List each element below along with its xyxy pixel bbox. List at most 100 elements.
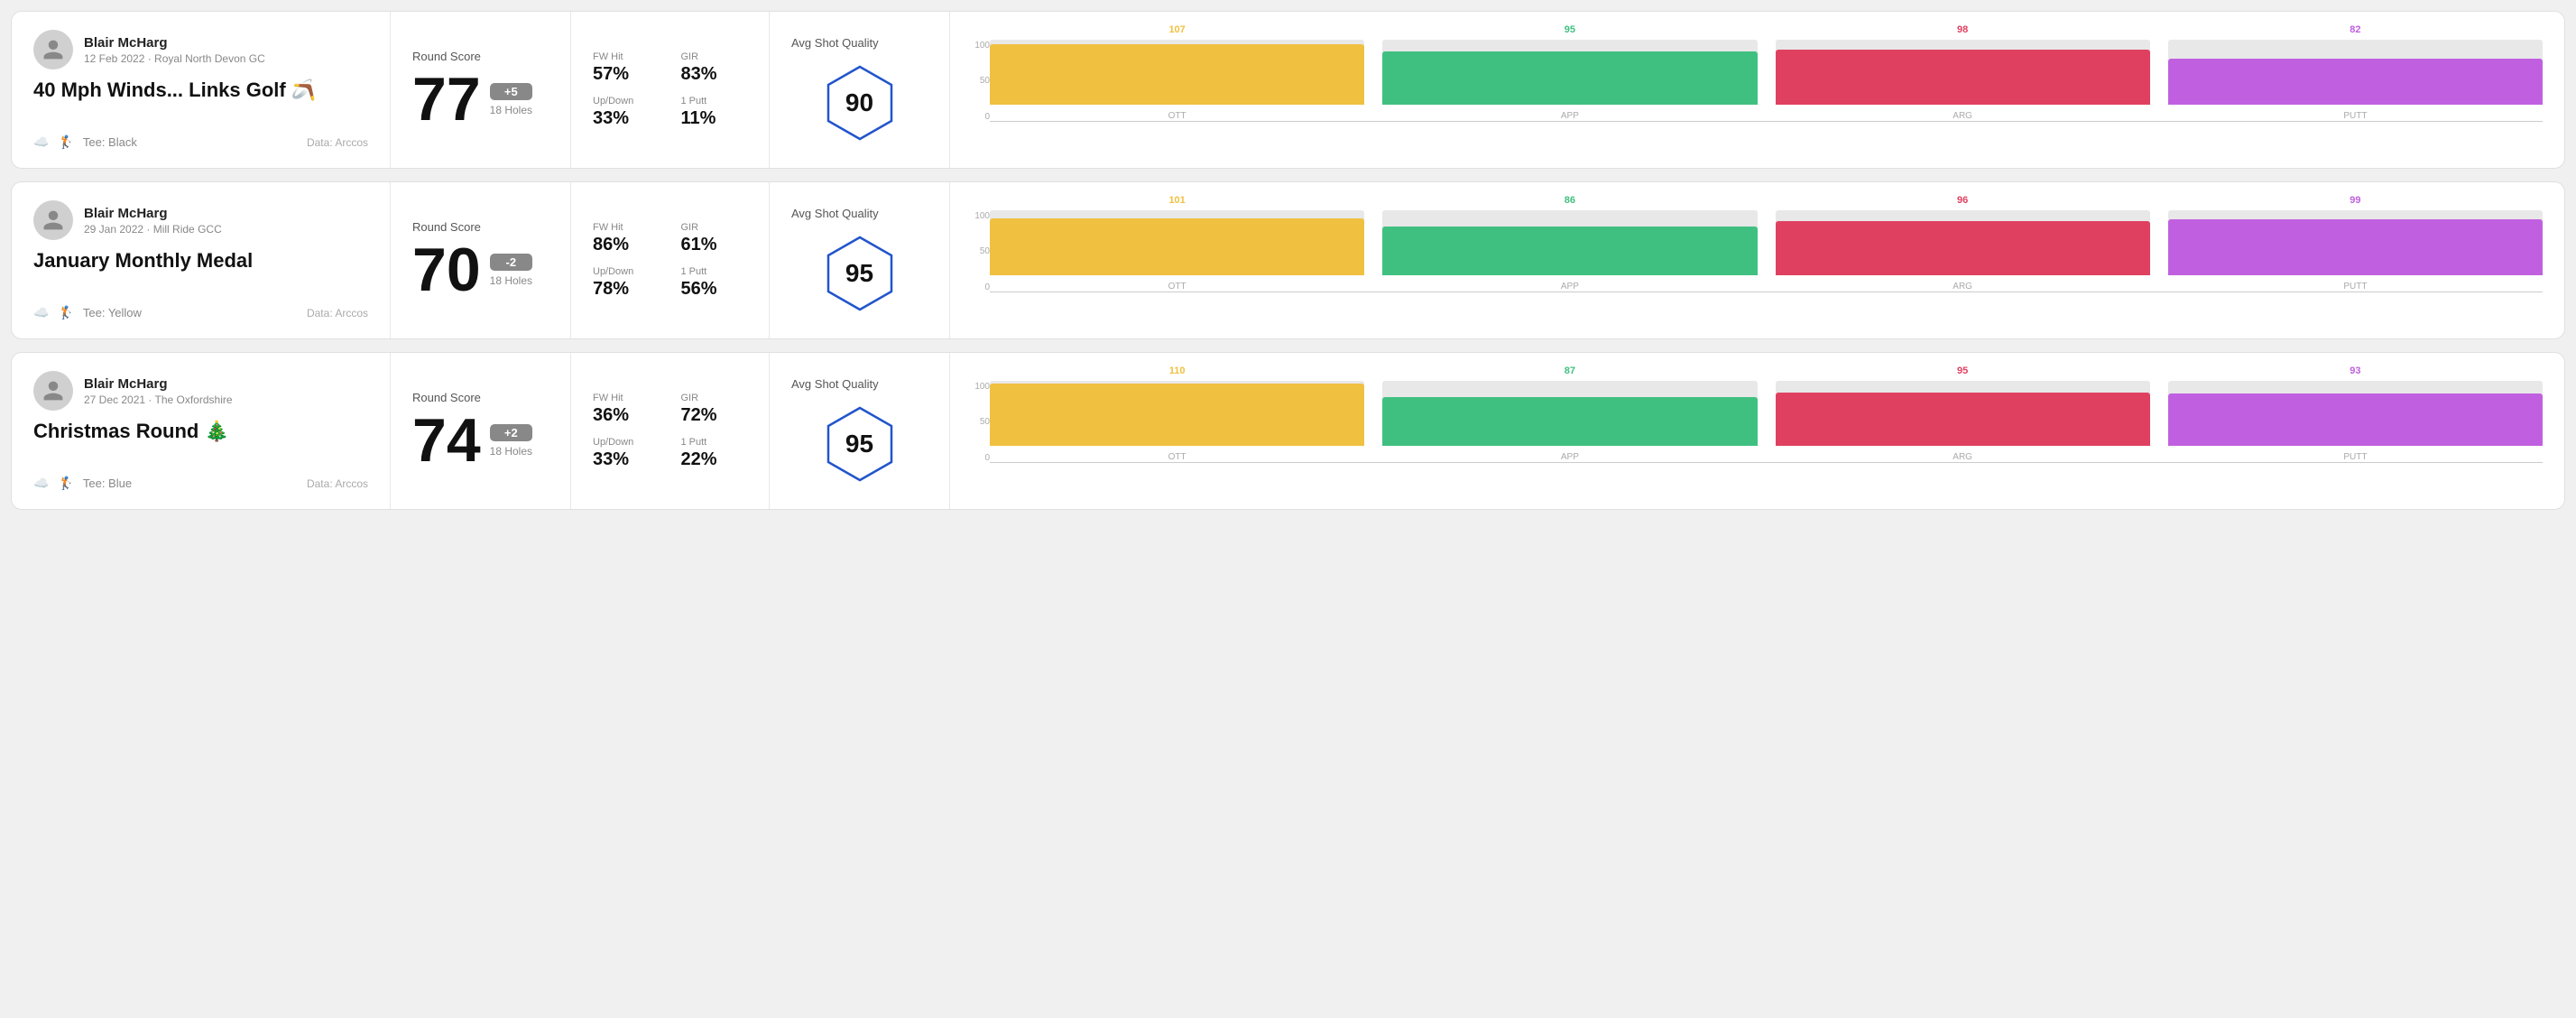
bar-fill-ott — [990, 218, 1364, 275]
bar-label-arg: ARG — [1953, 111, 1972, 121]
player-text-round3: Blair McHarg 27 Dec 2021 · The Oxfordshi… — [84, 376, 233, 406]
footer-left-round1: ☁️ 🏌️ Tee: Black — [33, 134, 137, 150]
stat-oneputt-value-round1: 11% — [681, 108, 748, 129]
y-label-100-round2: 100 — [972, 211, 990, 221]
hex-score-round2: 95 — [845, 259, 873, 288]
chart-column-putt: 82 PUTT — [2168, 24, 2543, 121]
person-icon — [42, 379, 65, 403]
bar-value-app: 95 — [1565, 24, 1575, 35]
round-title-round1: 40 Mph Winds... Links Golf 🪃 — [33, 79, 368, 102]
bar-label-app: APP — [1561, 282, 1579, 292]
stat-gir-value-round1: 83% — [681, 64, 748, 85]
stat-oneputt-value-round2: 56% — [681, 279, 748, 300]
stat-gir-label-round1: GIR — [681, 51, 748, 62]
player-name-round2: Blair McHarg — [84, 206, 222, 221]
chart-column-arg: 96 ARG — [1776, 195, 2150, 292]
bar-fill-app — [1382, 227, 1757, 275]
hex-container-round2: 95 — [791, 233, 928, 314]
card-left-round3: Blair McHarg 27 Dec 2021 · The Oxfordshi… — [12, 353, 391, 509]
stat-updown-round2: Up/Down 78% — [593, 266, 660, 300]
card-footer-round3: ☁️ 🏌️ Tee: Blue Data: Arccos — [33, 476, 368, 491]
stats-grid-round2: FW Hit 86% GIR 61% Up/Down 78% 1 Putt 56… — [593, 222, 747, 300]
bar-value-ott: 107 — [1168, 24, 1185, 35]
chart-column-app: 86 APP — [1382, 195, 1757, 292]
round-card-round2: Blair McHarg 29 Jan 2022 · Mill Ride GCC… — [11, 181, 2565, 339]
bar-fill-putt — [2168, 219, 2543, 275]
chart-bars-round1: 107 OTT 95 APP 98 ARG — [990, 41, 2543, 122]
bar-wrapper-arg — [1776, 381, 2150, 446]
bag-icon-round3: 🏌️ — [58, 476, 73, 491]
bar-value-putt: 82 — [2350, 24, 2360, 35]
bar-value-putt: 99 — [2350, 195, 2360, 206]
bar-fill-app — [1382, 397, 1757, 446]
stat-oneputt-round1: 1 Putt 11% — [681, 96, 748, 129]
stat-oneputt-round3: 1 Putt 22% — [681, 437, 748, 470]
score-label-round3: Round Score — [412, 391, 549, 404]
score-right-round1: +5 18 Holes — [490, 83, 532, 116]
round-title-round3: Christmas Round 🎄 — [33, 420, 368, 443]
data-source-round1: Data: Arccos — [307, 136, 368, 149]
score-main-round1: 77 +5 18 Holes — [412, 69, 549, 130]
bar-label-app: APP — [1561, 452, 1579, 462]
card-left-round1: Blair McHarg 12 Feb 2022 · Royal North D… — [12, 12, 391, 168]
tee-color-round1: Tee: Black — [83, 135, 137, 149]
avatar-round2 — [33, 200, 73, 240]
stat-updown-label-round3: Up/Down — [593, 437, 660, 448]
bar-label-arg: ARG — [1953, 452, 1972, 462]
card-footer-round2: ☁️ 🏌️ Tee: Yellow Data: Arccos — [33, 305, 368, 320]
score-holes-round1: 18 Holes — [490, 104, 532, 116]
bar-wrapper-putt — [2168, 210, 2543, 275]
score-holes-round2: 18 Holes — [490, 274, 532, 287]
chart-y-axis-round3: 100 50 0 — [972, 382, 990, 463]
person-icon — [42, 208, 65, 232]
score-label-round2: Round Score — [412, 220, 549, 234]
stat-oneputt-label-round1: 1 Putt — [681, 96, 748, 106]
player-info-round2: Blair McHarg 29 Jan 2022 · Mill Ride GCC — [33, 200, 368, 240]
bar-label-app: APP — [1561, 111, 1579, 121]
bar-label-ott: OTT — [1168, 111, 1186, 121]
avatar-round1 — [33, 30, 73, 69]
round-title-round2: January Monthly Medal — [33, 249, 368, 273]
chart-column-putt: 99 PUTT — [2168, 195, 2543, 292]
stat-updown-value-round1: 33% — [593, 108, 660, 129]
person-icon — [42, 38, 65, 61]
round-card-round1: Blair McHarg 12 Feb 2022 · Royal North D… — [11, 11, 2565, 169]
stat-gir-label-round3: GIR — [681, 393, 748, 403]
bar-value-putt: 93 — [2350, 366, 2360, 376]
chart-column-ott: 101 OTT — [990, 195, 1364, 292]
player-name-round1: Blair McHarg — [84, 35, 265, 51]
stat-fwhit-label-round1: FW Hit — [593, 51, 660, 62]
bar-value-app: 86 — [1565, 195, 1575, 206]
hex-score-round1: 90 — [845, 88, 873, 117]
player-date-round1: 12 Feb 2022 · Royal North Devon GC — [84, 52, 265, 65]
bar-fill-putt — [2168, 59, 2543, 105]
bar-value-app: 87 — [1565, 366, 1575, 376]
chart-column-putt: 93 PUTT — [2168, 366, 2543, 462]
footer-left-round3: ☁️ 🏌️ Tee: Blue — [33, 476, 132, 491]
bar-wrapper-ott — [990, 381, 1364, 446]
stat-fwhit-label-round2: FW Hit — [593, 222, 660, 233]
score-label-round1: Round Score — [412, 50, 549, 63]
player-name-round3: Blair McHarg — [84, 376, 233, 392]
bar-fill-ott — [990, 384, 1364, 446]
chart-column-ott: 107 OTT — [990, 24, 1364, 121]
stat-updown-round3: Up/Down 33% — [593, 437, 660, 470]
stat-gir-round1: GIR 83% — [681, 51, 748, 85]
chart-y-axis-round1: 100 50 0 — [972, 41, 990, 122]
y-label-0-round2: 0 — [972, 282, 990, 292]
stat-oneputt-label-round2: 1 Putt — [681, 266, 748, 277]
stat-gir-value-round3: 72% — [681, 405, 748, 426]
chart-bars-round3: 110 OTT 87 APP 95 ARG — [990, 382, 2543, 463]
card-quality-round1: Avg Shot Quality 90 — [770, 12, 950, 168]
bar-wrapper-arg — [1776, 210, 2150, 275]
chart-column-arg: 98 ARG — [1776, 24, 2150, 121]
bar-wrapper-app — [1382, 40, 1757, 105]
card-stats-round2: FW Hit 86% GIR 61% Up/Down 78% 1 Putt 56… — [571, 182, 770, 338]
player-date-round2: 29 Jan 2022 · Mill Ride GCC — [84, 223, 222, 236]
card-footer-round1: ☁️ 🏌️ Tee: Black Data: Arccos — [33, 134, 368, 150]
bar-value-ott: 101 — [1168, 195, 1185, 206]
round-card-round3: Blair McHarg 27 Dec 2021 · The Oxfordshi… — [11, 352, 2565, 510]
quality-label-round3: Avg Shot Quality — [791, 377, 879, 391]
y-label-100-round1: 100 — [972, 41, 990, 51]
chart-inner-round2: 100 50 0 101 OTT 86 APP — [972, 211, 2543, 310]
